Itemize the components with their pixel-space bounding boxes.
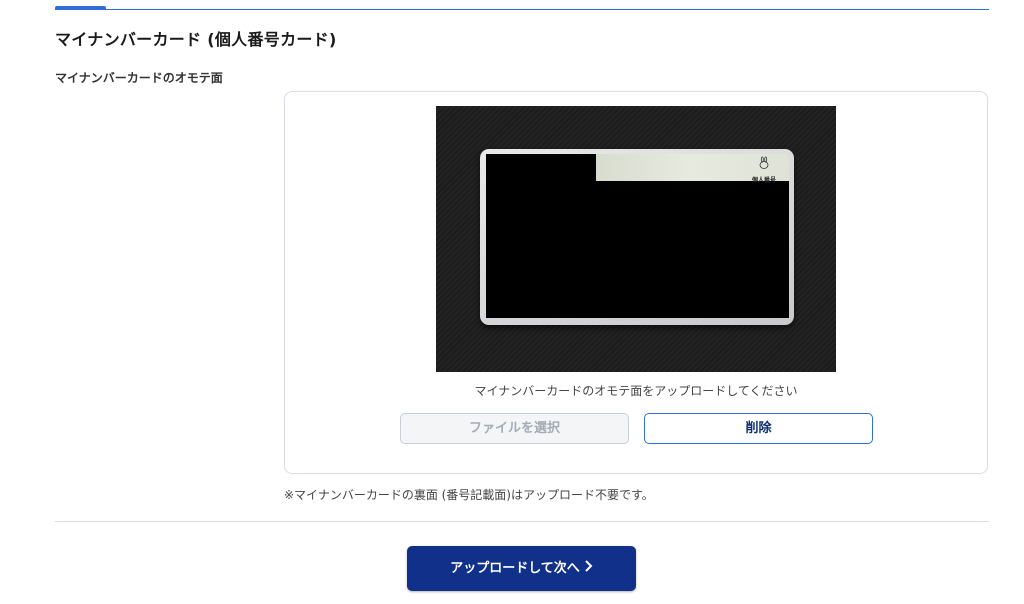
progress-line xyxy=(55,9,989,10)
card-logo-text: 個人番号 xyxy=(751,177,776,184)
upload-and-next-button[interactable]: アップロードして次へ xyxy=(407,546,636,591)
divider xyxy=(55,521,989,522)
section-title: マイナンバーカード (個人番号カード) xyxy=(55,30,337,49)
back-side-note: ※マイナンバーカードの裏面 (番号記載面)はアップロード不要です。 xyxy=(284,488,654,502)
redaction-mask xyxy=(486,181,789,318)
delete-button[interactable]: 削除 xyxy=(644,413,873,444)
uploaded-card-preview: 個人番号 xyxy=(436,106,836,372)
upload-and-next-label: アップロードして次へ xyxy=(450,561,580,576)
chevron-right-icon xyxy=(584,546,593,591)
front-side-label: マイナンバーカードのオモテ面 xyxy=(55,71,223,85)
rabbit-mascot-icon xyxy=(759,156,769,169)
upload-instruction: マイナンバーカードのオモテ面をアップロードしてください xyxy=(474,384,798,398)
redaction-mask xyxy=(486,154,596,181)
card-logo: 個人番号 xyxy=(748,155,780,184)
my-number-card-image: 個人番号 xyxy=(480,149,794,325)
select-file-button[interactable]: ファイルを選択 xyxy=(400,413,629,444)
